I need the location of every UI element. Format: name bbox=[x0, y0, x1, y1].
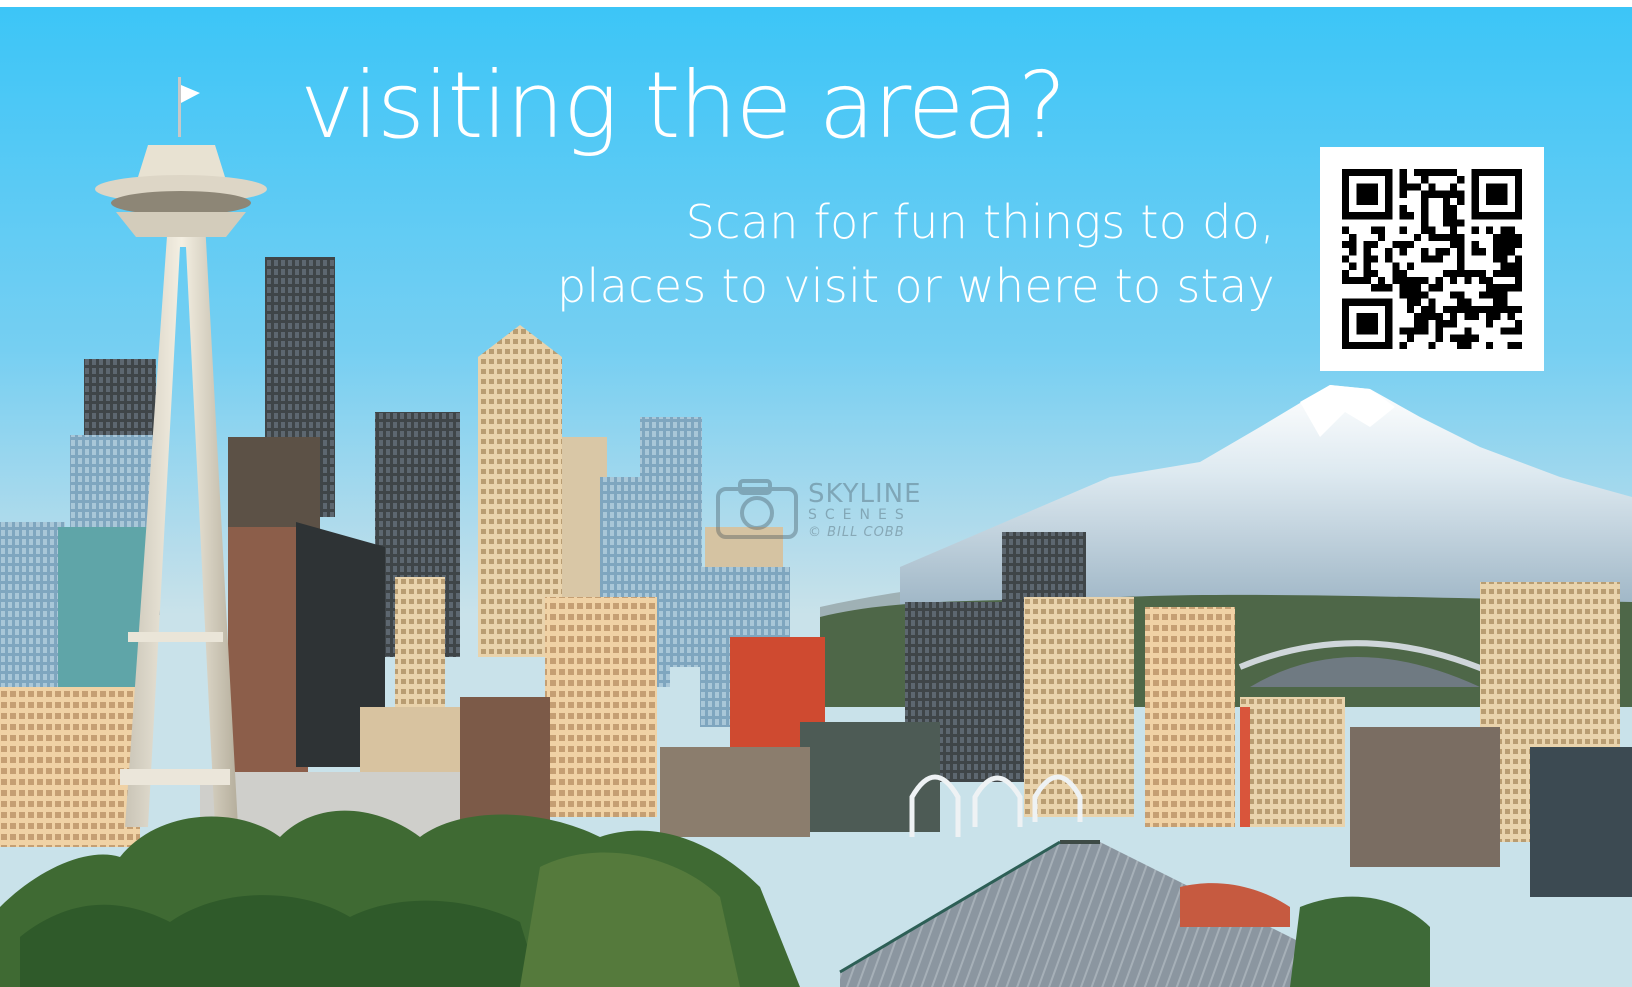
watermark-subbrand: SCENES bbox=[808, 507, 912, 523]
watermark-brand: SKYLINE bbox=[808, 479, 922, 509]
watermark: SKYLINE SCENES © BILL COBB bbox=[714, 475, 924, 545]
poster: SKYLINE SCENES © BILL COBB visiting the … bbox=[0, 7, 1632, 987]
camera-icon bbox=[716, 479, 798, 539]
subline-2: places to visit or where to stay bbox=[557, 259, 1275, 313]
headline: visiting the area? bbox=[300, 52, 1067, 159]
qr-code[interactable] bbox=[1320, 147, 1544, 371]
qr-code-icon bbox=[1342, 169, 1522, 349]
subline-1: Scan for fun things to do, bbox=[685, 195, 1275, 249]
watermark-credit: © BILL COBB bbox=[808, 525, 905, 540]
